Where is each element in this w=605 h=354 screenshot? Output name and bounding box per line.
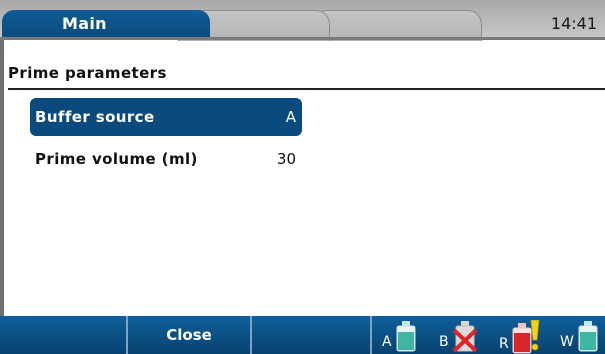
bottle-teal-icon — [395, 320, 417, 354]
soft-button-1[interactable] — [0, 316, 128, 354]
screen: Main 14:41 Prime parameters Buffer sourc… — [0, 0, 605, 354]
bottle-letter-b: B — [439, 334, 449, 350]
tab-main-label: Main — [62, 14, 107, 33]
bottle-status-r: R — [499, 319, 540, 354]
tab-bar-divider — [0, 37, 605, 40]
soft-button-3[interactable] — [252, 316, 372, 354]
bottle-status-a: A — [382, 320, 417, 354]
bottle-letter-w: W — [560, 334, 574, 350]
param-value: 30 — [276, 150, 296, 168]
bottle-status-b: B — [439, 320, 478, 354]
param-row-prime-volume[interactable]: Prime volume (ml) 30 — [30, 140, 302, 178]
tab-main[interactable]: Main — [2, 10, 210, 40]
param-name: Prime volume (ml) — [35, 150, 198, 168]
clock: 14:41 — [550, 14, 597, 33]
section-title: Prime parameters — [8, 64, 167, 82]
bottle-status-w: W — [560, 320, 599, 354]
param-row-buffer-source[interactable]: Buffer source A — [30, 98, 302, 136]
bottle-letter-a: A — [382, 334, 392, 350]
close-button[interactable]: Close — [128, 316, 252, 354]
bottle-letter-r: R — [499, 336, 509, 352]
bottle-teal-icon — [577, 320, 599, 354]
bottle-status-area: A B R W — [372, 316, 605, 354]
bottom-bar: Close A B R W — [0, 316, 605, 354]
section-divider — [8, 88, 605, 90]
param-name: Buffer source — [35, 108, 155, 126]
tab-bar: Main 14:41 — [0, 0, 605, 41]
bottle-red-warning-icon — [512, 319, 540, 354]
left-edge-border — [0, 40, 4, 316]
param-value: A — [285, 108, 296, 126]
bottle-empty-crossed-icon — [452, 320, 478, 354]
